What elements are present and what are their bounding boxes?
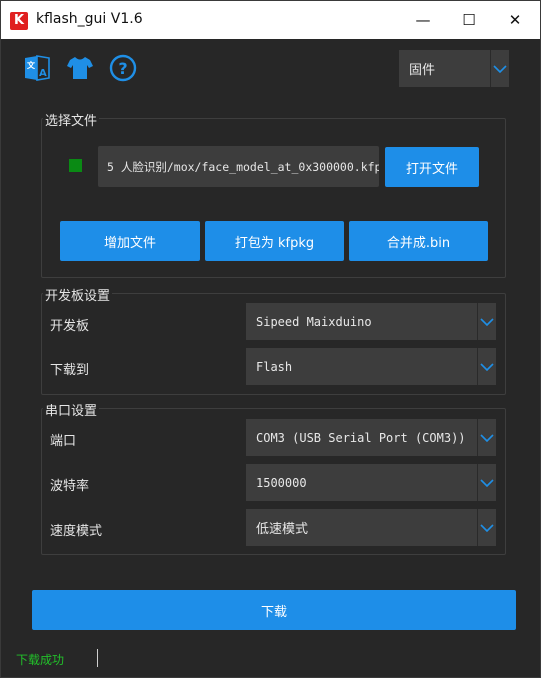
maximize-button[interactable]: ☐	[446, 1, 492, 39]
speed-mode-value: 低速模式	[256, 522, 309, 537]
chevron-down-icon	[477, 303, 496, 340]
speed-mode-select[interactable]: 低速模式	[246, 509, 496, 546]
svg-text:文: 文	[27, 60, 36, 70]
app-window: K kflash_gui V1.6 — ☐ ✕ 文 A ? 固件 选择文件 5	[0, 0, 541, 678]
port-label: 端口	[50, 434, 77, 449]
port-select[interactable]: COM3 (USB Serial Port (COM3))	[246, 419, 496, 456]
board-label: 开发板	[50, 319, 90, 334]
add-file-button[interactable]: 增加文件	[60, 221, 200, 261]
chevron-down-icon	[490, 50, 509, 87]
baud-label: 波特率	[50, 479, 90, 494]
board-group-title: 开发板设置	[43, 285, 113, 304]
board-select[interactable]: Sipeed Maixduino	[246, 303, 496, 340]
port-select-value: COM3 (USB Serial Port (COM3))	[256, 430, 466, 445]
close-button[interactable]: ✕	[492, 1, 538, 39]
baud-select-value: 1500000	[256, 475, 307, 490]
minimize-button[interactable]: —	[400, 1, 446, 39]
window-title: kflash_gui V1.6	[36, 11, 143, 27]
file-status-indicator	[69, 159, 82, 172]
file-path-field[interactable]: 5 人脸识别/mox/face_model_at_0x300000.kfpkg	[98, 146, 379, 187]
mode-select-value: 固件	[409, 63, 436, 78]
download-to-label: 下载到	[50, 363, 90, 378]
chevron-down-icon	[477, 419, 496, 456]
chevron-down-icon	[477, 509, 496, 546]
open-file-button[interactable]: 打开文件	[385, 147, 479, 187]
shirt-icon[interactable]	[66, 54, 94, 82]
app-logo-icon: K	[10, 12, 28, 30]
serial-group-title: 串口设置	[43, 400, 100, 419]
svg-text:A: A	[39, 68, 47, 79]
pack-kfpkg-button[interactable]: 打包为 kfpkg	[205, 221, 344, 261]
status-separator	[97, 649, 98, 667]
file-group-title: 选择文件	[43, 110, 100, 129]
chevron-down-icon	[477, 464, 496, 501]
baud-select[interactable]: 1500000	[246, 464, 496, 501]
download-button[interactable]: 下载	[32, 590, 516, 630]
translate-icon[interactable]: 文 A	[23, 54, 51, 82]
help-icon[interactable]: ?	[109, 54, 137, 82]
board-select-value: Sipeed Maixduino	[256, 314, 372, 329]
chevron-down-icon	[477, 348, 496, 385]
title-bar: K kflash_gui V1.6 — ☐ ✕	[1, 1, 540, 39]
mode-select[interactable]: 固件	[399, 50, 509, 87]
speed-mode-label: 速度模式	[50, 524, 103, 539]
merge-bin-button[interactable]: 合并成.bin	[349, 221, 488, 261]
download-to-select[interactable]: Flash	[246, 348, 496, 385]
download-to-value: Flash	[256, 359, 293, 374]
svg-text:?: ?	[118, 59, 127, 78]
status-message: 下载成功	[16, 653, 65, 667]
